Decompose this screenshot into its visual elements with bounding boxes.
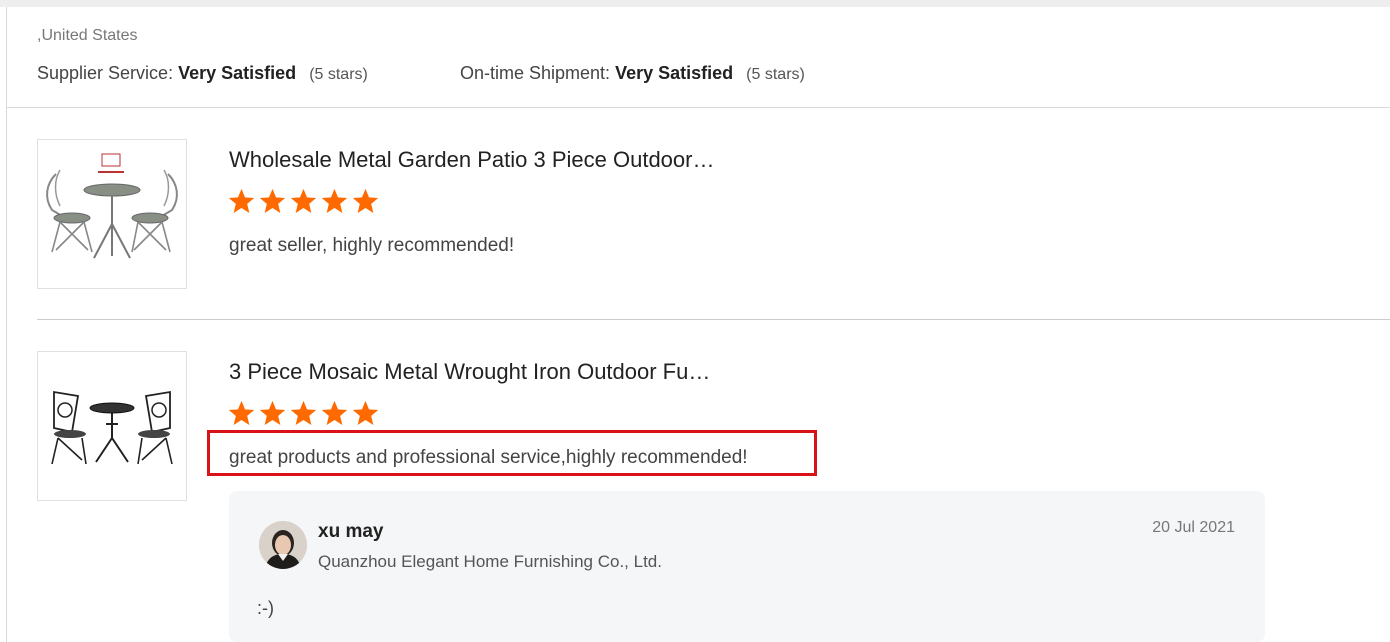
divider [37, 319, 1390, 320]
supplier-service-stars: (5 stars) [309, 66, 368, 83]
product-thumbnail[interactable] [37, 139, 187, 289]
reply-author-name: xu may [318, 521, 384, 542]
avatar-photo-icon [259, 521, 307, 569]
reply-text: :-) [257, 598, 274, 618]
star-rating [227, 187, 380, 217]
star-icon [228, 400, 255, 425]
star-rating [227, 399, 380, 429]
reviewer-location: ,United States [37, 27, 138, 44]
ontime-shipment-label: On-time Shipment: [460, 63, 611, 83]
product-title[interactable]: 3 Piece Mosaic Metal Wrought Iron Outdoo… [229, 359, 710, 385]
review-comment: great seller, highly recommended! [229, 235, 515, 256]
reply-author-company: Quanzhou Elegant Home Furnishing Co., Lt… [318, 552, 662, 571]
star-icon [259, 188, 286, 213]
star-icon [352, 400, 379, 425]
ontime-shipment-value: Very Satisfied [615, 63, 734, 83]
review-item: Wholesale Metal Garden Patio 3 Piece Out… [37, 139, 1377, 289]
star-icon [321, 188, 348, 213]
star-icon [259, 400, 286, 425]
highlight-annotation-box [207, 430, 817, 476]
wrought-iron-set-image [38, 352, 186, 500]
ontime-shipment-stars: (5 stars) [746, 66, 805, 83]
avatar [259, 521, 307, 569]
ontime-shipment-rating: On-time Shipment: Very Satisfied (5 star… [460, 63, 805, 84]
product-title[interactable]: Wholesale Metal Garden Patio 3 Piece Out… [229, 147, 714, 173]
reply-date: 20 Jul 2021 [1152, 519, 1235, 536]
top-strip [0, 0, 1390, 7]
divider [7, 107, 1390, 108]
star-icon [290, 400, 317, 425]
star-icon [290, 188, 317, 213]
product-thumbnail[interactable] [37, 351, 187, 501]
supplier-service-label: Supplier Service: [37, 63, 174, 83]
review-panel: ,United States Supplier Service: Very Sa… [6, 7, 1390, 642]
star-icon [321, 400, 348, 425]
supplier-service-value: Very Satisfied [178, 63, 297, 83]
supplier-service-rating: Supplier Service: Very Satisfied (5 star… [37, 63, 368, 84]
supplier-reply: xu may Quanzhou Elegant Home Furnishing … [229, 491, 1265, 642]
patio-set-image [38, 140, 186, 288]
star-icon [228, 188, 255, 213]
star-icon [352, 188, 379, 213]
